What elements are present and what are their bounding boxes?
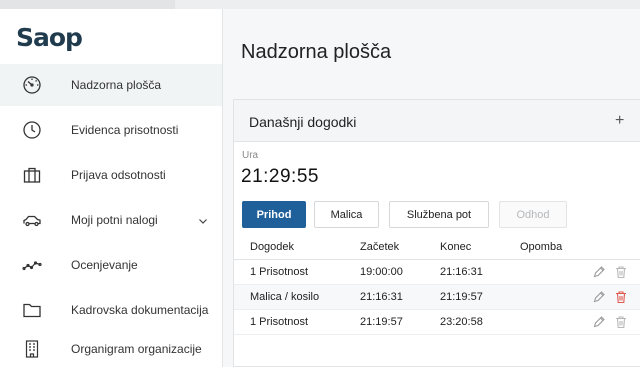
clock-icon [21,119,43,141]
event-name: 1 Prisotnost [250,316,309,328]
sidebar-item-label: Evidenca prisotnosti [71,123,179,137]
chevron-down-icon[interactable] [197,214,209,226]
sidebar-item-label: Nadzorna plošča [71,78,162,92]
table-row[interactable]: 1 Prisotnost 21:19:57 23:20:58 [234,310,640,335]
sidebar-item-label: Ocenjevanje [71,258,138,272]
trend-line-icon [21,254,43,276]
card-header: Današnji dogodki + [234,100,640,142]
edit-pencil-icon[interactable] [592,265,606,279]
event-start: 21:19:57 [360,316,403,328]
sidebar-item-label: Kadrovska dokumentacija [71,303,209,317]
page-title: Nadzorna plošča [241,41,392,63]
table-row[interactable]: 1 Prisotnost 19:00:00 21:16:31 [234,260,640,285]
event-end: 21:19:57 [440,291,483,303]
column-header-zacetek[interactable]: Začetek [360,241,399,253]
browser-top-strip [0,0,640,9]
dashboard-gauge-icon [21,74,43,96]
sidebar-item-evidenca-prisotnosti[interactable]: Evidenca prisotnosti [0,109,222,151]
sidebar: Saop Nadzorna plošča Evidenca prisotnost… [0,9,223,367]
car-icon [21,209,43,231]
sidebar-item-kadrovska-dokumentacija[interactable]: Kadrovska dokumentacija [0,289,222,331]
card-title: Današnji dogodki [249,114,357,130]
table-row[interactable]: Malica / kosilo 21:16:31 21:19:57 [234,285,640,310]
column-header-konec[interactable]: Konec [440,241,471,253]
sidebar-item-prijava-odsotnosti[interactable]: Prijava odsotnosti [0,154,222,196]
edit-pencil-icon[interactable] [592,315,606,329]
arrival-button[interactable]: Prihod [242,201,306,228]
edit-pencil-icon[interactable] [592,290,606,304]
sidebar-item-label: Moji potni nalogi [71,213,158,227]
sidebar-item-moji-potni-nalogi[interactable]: Moji potni nalogi [0,199,222,241]
event-name: Malica / kosilo [250,291,320,303]
event-name: 1 Prisotnost [250,266,309,278]
event-end: 23:20:58 [440,316,483,328]
app-logo[interactable]: Saop [16,23,83,52]
delete-trash-icon[interactable] [614,315,628,329]
clock-label: Ura [242,150,259,161]
add-event-button[interactable]: + [615,113,624,129]
delete-trash-icon[interactable] [614,265,628,279]
sidebar-item-nadzorna-plosca[interactable]: Nadzorna plošča [0,64,222,106]
sidebar-item-label: Prijava odsotnosti [71,168,166,182]
business-trip-button[interactable]: Službena pot [389,201,489,228]
event-end: 21:16:31 [440,266,483,278]
delete-trash-icon[interactable] [614,290,628,304]
event-start: 19:00:00 [360,266,403,278]
departure-button: Odhod [499,201,567,228]
lunch-button[interactable]: Malica [314,201,379,228]
clock-value: 21:29:55 [241,166,319,187]
sidebar-item-organigram-organizacije[interactable]: Organigram organizacije [0,328,222,367]
todays-events-card: Današnji dogodki + Ura 21:29:55 Prihod M… [233,99,640,367]
main-content: Nadzorna plošča Današnji dogodki + Ura 2… [223,9,640,367]
table-header: Dogodek Začetek Konec Opomba [234,236,640,260]
building-icon [21,338,43,360]
event-start: 21:16:31 [360,291,403,303]
folder-icon [21,299,43,321]
browser-tab [0,0,175,9]
briefcase-icon [21,164,43,186]
column-header-opomba[interactable]: Opomba [520,241,562,253]
sidebar-item-ocenjevanje[interactable]: Ocenjevanje [0,244,222,286]
sidebar-item-label: Organigram organizacije [71,342,202,356]
column-header-dogodek[interactable]: Dogodek [250,241,294,253]
